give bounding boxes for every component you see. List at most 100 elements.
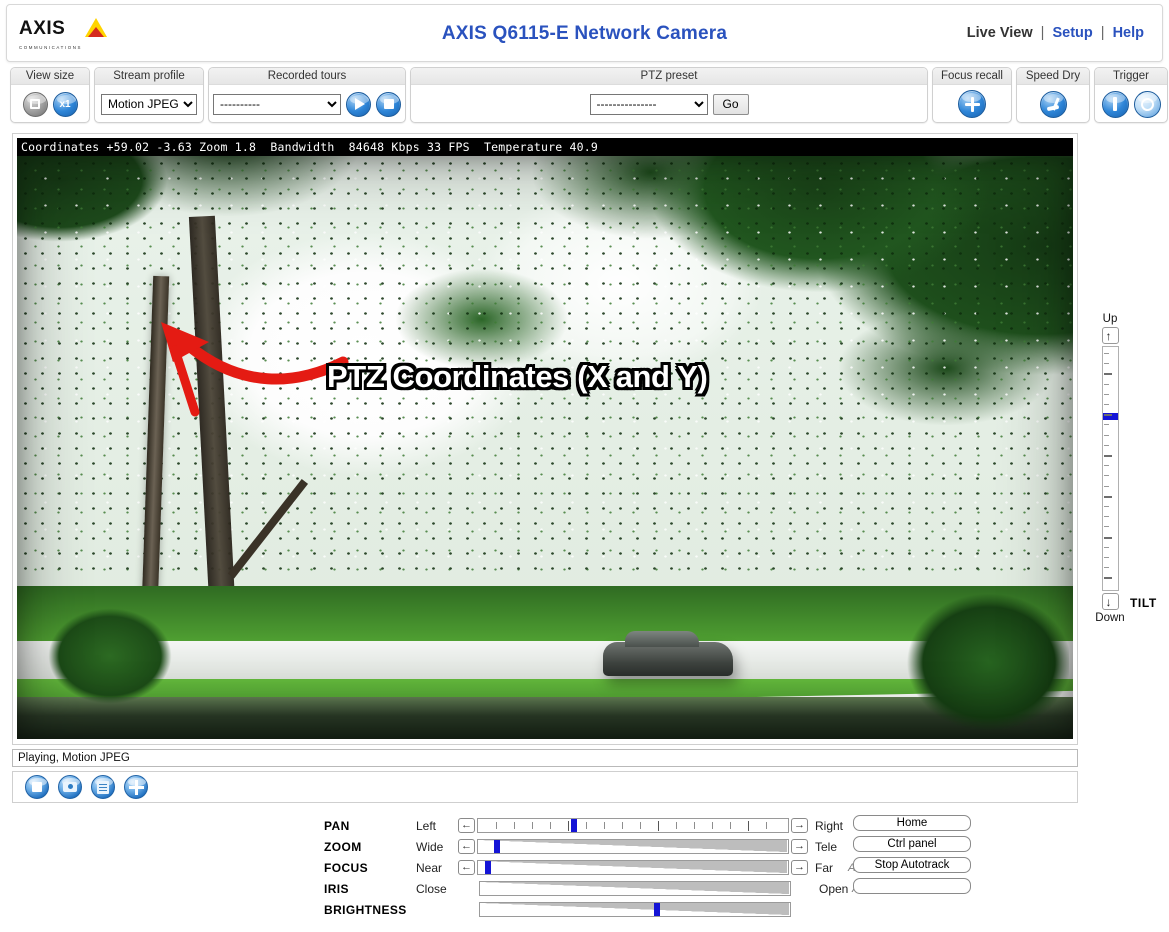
tilt-tick bbox=[1104, 445, 1109, 446]
ptz-left-label: Wide bbox=[416, 840, 458, 854]
plus-circle-icon[interactable] bbox=[958, 90, 986, 118]
tilt-tick bbox=[1104, 577, 1112, 579]
tilt-tick bbox=[1104, 435, 1109, 436]
trigger-bar-icon[interactable] bbox=[1102, 91, 1129, 118]
ptz-stop-autotrack-button[interactable]: Stop Autotrack bbox=[853, 857, 971, 873]
ptz-row-iris: IRISCloseOpenAuto bbox=[324, 878, 875, 899]
tilt-tick bbox=[1104, 496, 1112, 498]
ptz-slider-track[interactable] bbox=[477, 839, 789, 854]
ptz-slider-handle[interactable] bbox=[571, 819, 577, 832]
ptz-ctrl-panel-button[interactable]: Ctrl panel bbox=[853, 836, 971, 852]
tilt-axis-label: TILT bbox=[1130, 596, 1157, 610]
stream-profile-select[interactable]: Motion JPEG bbox=[101, 94, 197, 115]
ptz-right-label: Right bbox=[808, 819, 848, 833]
ptz-row-zoom: ZOOMWide←→Tele bbox=[324, 836, 875, 857]
tilt-tick bbox=[1104, 455, 1112, 457]
ptz-tick bbox=[496, 822, 497, 829]
snapshot-camera-icon[interactable] bbox=[58, 775, 82, 799]
nav-separator-1: | bbox=[1041, 25, 1045, 41]
stop-icon[interactable] bbox=[25, 775, 49, 799]
live-video-feed[interactable]: PTZ Coordinates (X and Y) bbox=[17, 156, 1073, 739]
ptz-slider-handle[interactable] bbox=[494, 840, 500, 853]
ptz-preset-go-button[interactable]: Go bbox=[713, 94, 749, 115]
tilt-tick bbox=[1104, 506, 1109, 507]
trigger-ring-icon[interactable] bbox=[1134, 91, 1161, 118]
recorded-tours-select[interactable]: ---------- bbox=[213, 94, 341, 115]
tilt-tick bbox=[1104, 363, 1109, 364]
ptz-tick bbox=[640, 822, 641, 829]
nav-live-view[interactable]: Live View bbox=[967, 25, 1033, 41]
tilt-up-button[interactable]: ↑ bbox=[1102, 327, 1119, 344]
stream-profile-caption: Stream profile bbox=[95, 68, 203, 85]
ptz-tick bbox=[586, 822, 587, 829]
ptz-slider-handle[interactable] bbox=[485, 861, 491, 874]
ptz-right-label: Tele bbox=[808, 840, 848, 854]
tilt-tick bbox=[1104, 516, 1109, 517]
player-toolbar bbox=[12, 771, 1078, 803]
annotation-text: PTZ Coordinates (X and Y) bbox=[327, 359, 707, 395]
ptz-control-panel: PANLeft←→RightZOOMWide←→TeleFOCUSNear←→F… bbox=[6, 807, 1163, 927]
tilt-tick bbox=[1104, 414, 1112, 416]
ptz-left-label: Left bbox=[416, 819, 458, 833]
tilt-tick bbox=[1104, 424, 1109, 425]
tilt-down-button[interactable]: ↓ bbox=[1102, 593, 1119, 610]
nav-help[interactable]: Help bbox=[1113, 25, 1144, 41]
nav-separator-2: | bbox=[1101, 25, 1105, 41]
ptz-tick bbox=[676, 822, 677, 829]
osd-overlay-text: Coordinates +59.02 -3.63 Zoom 1.8 Bandwi… bbox=[17, 138, 1073, 156]
ptz-increase-button[interactable]: → bbox=[791, 860, 808, 875]
fit-window-icon[interactable] bbox=[23, 92, 48, 117]
tilt-tick bbox=[1104, 353, 1109, 354]
ptz-right-label: Open bbox=[812, 882, 852, 896]
ptz-slider-track[interactable] bbox=[477, 818, 789, 833]
ptz-row-pan: PANLeft← →Right bbox=[324, 815, 875, 836]
scene-shrub-left bbox=[35, 596, 185, 716]
stop-icon[interactable] bbox=[376, 92, 401, 117]
tilt-tick bbox=[1104, 526, 1109, 527]
tilt-tick bbox=[1104, 373, 1112, 375]
ptz-decrease-button[interactable]: ← bbox=[458, 818, 475, 833]
ptz-row-brightness: BRIGHTNESS bbox=[324, 899, 875, 920]
wiper-icon[interactable] bbox=[1040, 91, 1067, 118]
ptz-slider-track[interactable] bbox=[477, 860, 789, 875]
ptz-row-label: FOCUS bbox=[324, 861, 416, 875]
ptz-decrease-button[interactable]: ← bbox=[458, 839, 475, 854]
focus-recall-caption: Focus recall bbox=[933, 68, 1011, 85]
ptz-slider-track[interactable] bbox=[479, 902, 791, 917]
view-size-caption: View size bbox=[11, 68, 89, 85]
ptz-tick bbox=[514, 822, 515, 829]
ptz-crosshair-icon[interactable] bbox=[124, 775, 148, 799]
tilt-tick bbox=[1104, 537, 1112, 539]
ptz-slider-handle[interactable] bbox=[654, 903, 660, 916]
view-size-x1-icon[interactable]: x1 bbox=[53, 92, 78, 117]
ptz-home-button[interactable]: Home bbox=[853, 815, 971, 831]
stream-profile-box: Stream profile Motion JPEG bbox=[94, 67, 204, 123]
ptz-tick bbox=[712, 822, 713, 829]
tilt-tick bbox=[1104, 557, 1109, 558]
tilt-tick bbox=[1104, 404, 1109, 405]
view-document-icon[interactable] bbox=[91, 775, 115, 799]
tilt-tick bbox=[1104, 394, 1109, 395]
tilt-slider-track[interactable] bbox=[1102, 346, 1119, 591]
speed-dry-box: Speed Dry bbox=[1016, 67, 1090, 123]
ptz-slider-track[interactable] bbox=[479, 881, 791, 896]
nav-setup[interactable]: Setup bbox=[1052, 25, 1092, 41]
tilt-up-label: Up bbox=[1090, 313, 1130, 325]
play-icon[interactable] bbox=[346, 92, 371, 117]
recorded-tours-caption: Recorded tours bbox=[209, 68, 405, 85]
tilt-tick bbox=[1104, 465, 1109, 466]
ptz-preset-select[interactable]: --------------- bbox=[590, 94, 708, 115]
view-size-x1-label: x1 bbox=[54, 93, 77, 116]
control-toolbar: View size x1 Stream profile Motion JPEG … bbox=[6, 67, 1163, 125]
ptz-tick bbox=[766, 822, 767, 829]
tilt-tick bbox=[1104, 384, 1109, 385]
ptz-row-focus: FOCUSNear←→FarAuto bbox=[324, 857, 875, 878]
ptz-increase-button[interactable]: → bbox=[791, 818, 808, 833]
ptz-row-label: PAN bbox=[324, 819, 416, 833]
ptz-button-column: Home Ctrl panel Stop Autotrack bbox=[853, 815, 971, 899]
ptz-decrease-button[interactable]: ← bbox=[458, 860, 475, 875]
video-panel: Coordinates +59.02 -3.63 Zoom 1.8 Bandwi… bbox=[12, 133, 1078, 745]
ptz-tick bbox=[550, 822, 551, 829]
ptz-increase-button[interactable]: → bbox=[791, 839, 808, 854]
tilt-down-label: Down bbox=[1090, 612, 1130, 624]
